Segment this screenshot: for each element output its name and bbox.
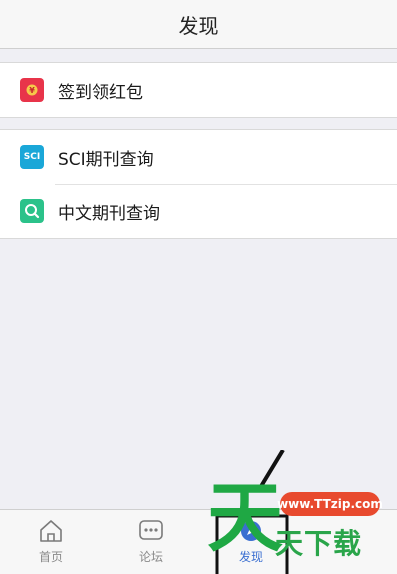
list-item-label: 签到领红包 bbox=[58, 82, 143, 103]
sci-icon: SCI bbox=[20, 145, 44, 169]
list-item-checkin-red-envelope[interactable]: ¥ 签到领红包 bbox=[0, 63, 397, 117]
watermark-url: www.TTzip.com bbox=[277, 492, 383, 516]
tab-label: 论坛 bbox=[138, 550, 163, 564]
magnifier-icon bbox=[20, 199, 44, 223]
group-journals: SCI SCI期刊查询 中文期刊查询 bbox=[0, 129, 397, 239]
svg-text:¥: ¥ bbox=[29, 86, 35, 95]
watermark-big-char: 天 bbox=[207, 473, 283, 562]
list-item-label: 中文期刊查询 bbox=[58, 203, 160, 224]
tab-label: 首页 bbox=[38, 550, 63, 564]
nav-header: 发现 bbox=[0, 0, 397, 49]
list-item-label: SCI期刊查询 bbox=[58, 149, 154, 170]
page-title: 发现 bbox=[178, 13, 219, 38]
list-item-sci-journal-query[interactable]: SCI SCI期刊查询 bbox=[0, 130, 397, 184]
home-icon bbox=[40, 520, 62, 542]
watermark-text: 天下载 bbox=[275, 527, 363, 560]
group-rewards: ¥ 签到领红包 bbox=[0, 62, 397, 118]
chat-bubble-icon bbox=[139, 520, 163, 540]
watermark: 天 www.TTzip.com 天下载 bbox=[205, 450, 395, 574]
red-envelope-icon: ¥ bbox=[20, 78, 44, 102]
tab-forum[interactable]: 论坛 bbox=[116, 518, 186, 565]
list-item-chinese-journal-query[interactable]: 中文期刊查询 bbox=[0, 184, 397, 238]
tab-home[interactable]: 首页 bbox=[16, 518, 86, 565]
